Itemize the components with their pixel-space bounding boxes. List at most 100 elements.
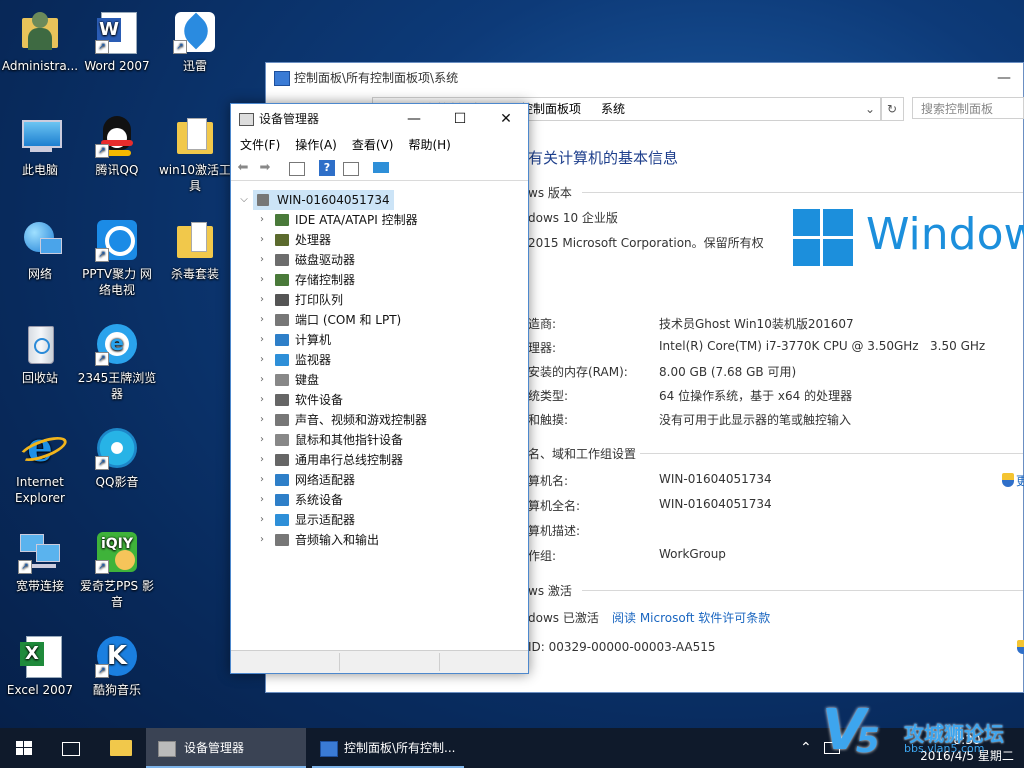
desktop-icon-label: 此电脑 (21, 163, 58, 177)
chevron-up-icon[interactable]: ⌃ (800, 728, 816, 768)
help-icon[interactable]: ? (319, 160, 335, 176)
chevron-right-icon[interactable]: › (257, 450, 267, 470)
taskbar-control-panel[interactable]: 控制面板\所有控制... (312, 728, 464, 768)
search-input[interactable]: 搜索控制面板 (912, 97, 1024, 119)
tree-node-label: 鼠标和其他指针设备 (295, 433, 404, 447)
shield-icon (1017, 640, 1024, 654)
desktop-icon-excel[interactable]: X Excel 2007 (0, 628, 80, 698)
desktop-icon-label: Excel 2007 (6, 683, 74, 697)
tree-node-label: 显示适配器 (295, 513, 356, 527)
maximize-icon[interactable]: ☐ (437, 104, 483, 134)
desktop-icon-qq-player[interactable]: ↗ QQ影音 (77, 420, 157, 490)
tree-node-label: 计算机 (295, 333, 332, 347)
device-manager-window[interactable]: 设备管理器 — ☐ ✕ 文件(F) 操作(A) 查看(V) 帮助(H) ⬅ ➡ ? ⌵… (230, 103, 529, 674)
device-category-icon (275, 234, 289, 246)
device-category-icon (275, 214, 289, 226)
desktop-icon-xunlei[interactable]: ↗ 迅雷 (155, 4, 235, 74)
desktop-icon-antivirus[interactable]: 杀毒套装 (155, 212, 235, 282)
device-tree: ⌵ WIN-01604051734 › IDE ATA/ATAPI 控制器 › 处理器… (233, 188, 526, 652)
desktop-icon-administrator[interactable]: Administra... (0, 4, 80, 74)
chevron-right-icon[interactable]: › (257, 250, 267, 270)
chevron-right-icon[interactable]: › (257, 350, 267, 370)
desktop-icon-internet-explorer[interactable]: e Internet Explorer (0, 420, 80, 506)
address-segment[interactable]: 系统 (601, 98, 625, 120)
view-icon[interactable] (343, 162, 359, 176)
device-category-icon (275, 274, 289, 286)
ie-icon: e (16, 426, 70, 470)
info-label: 算机全名: (528, 499, 581, 513)
desktop-icon-label: PPTV聚力 网络电视 (82, 267, 152, 297)
chevron-right-icon[interactable]: › (257, 210, 267, 230)
desktop-icon-kugou[interactable]: K ↗ 酷狗音乐 (77, 628, 157, 698)
menu-help[interactable]: 帮助(H) (399, 138, 456, 152)
chevron-right-icon[interactable]: › (257, 490, 267, 510)
minimize-icon[interactable]: — (391, 104, 437, 134)
chevron-right-icon[interactable]: › (257, 370, 267, 390)
device-manager-titlebar[interactable]: 设备管理器 — ☐ ✕ (231, 104, 528, 134)
close-icon[interactable]: ✕ (483, 104, 529, 134)
network-icon (18, 218, 62, 262)
address-segment[interactable]: 控制面板项 (521, 98, 581, 120)
chevron-right-icon[interactable]: › (257, 510, 267, 530)
device-category-icon (275, 394, 289, 406)
tree-node-label: 系统设备 (295, 493, 344, 507)
chevron-down-icon[interactable]: ⌵ (239, 190, 249, 210)
menu-file[interactable]: 文件(F) (231, 138, 286, 152)
chevron-right-icon[interactable]: › (257, 530, 267, 550)
device-manager-icon (158, 741, 176, 757)
control-panel-titlebar[interactable]: 控制面板\所有控制面板项\系统 — (266, 63, 1023, 93)
taskbar-device-manager[interactable]: 设备管理器 (146, 728, 306, 768)
chevron-right-icon[interactable]: › (257, 390, 267, 410)
forward-icon[interactable]: ➡ (257, 160, 273, 176)
activation-status: dows 已激活 (528, 611, 599, 625)
chevron-right-icon[interactable]: › (257, 430, 267, 450)
back-icon[interactable]: ⬅ (235, 160, 251, 176)
chevron-right-icon[interactable]: › (257, 410, 267, 430)
desktop-icon-2345-browser[interactable]: e ↗ 2345王牌浏览器 (77, 316, 157, 402)
desktop-icon-win10-activator[interactable]: win10激活工具 (155, 108, 235, 194)
menu-action[interactable]: 操作(A) (286, 138, 343, 152)
license-terms-link[interactable]: 阅读 Microsoft 软件许可条款 (612, 609, 770, 626)
device-category-icon (275, 414, 289, 426)
taskbar-label: 控制面板\所有控制... (344, 741, 456, 755)
desktop-icon-label: win10激活工具 (158, 163, 232, 193)
desktop-icon-qq[interactable]: ↗ 腾讯QQ (77, 108, 157, 178)
desktop-icon-label: 酷狗音乐 (92, 683, 141, 697)
desktop-icon-iqiyi[interactable]: iQIY ↗ 爱奇艺PPS 影音 (77, 524, 157, 610)
tree-root[interactable]: ⌵ WIN-01604051734 (240, 190, 394, 210)
desktop-icon-this-pc[interactable]: 此电脑 (0, 108, 80, 178)
change-settings-link[interactable]: 更 (1016, 472, 1024, 489)
menu-view[interactable]: 查看(V) (343, 138, 400, 152)
minimize-icon[interactable]: — (997, 63, 1011, 93)
chevron-down-icon[interactable]: ⌄ (865, 98, 875, 120)
info-value: 64 位操作系统，基于 x64 的处理器 (659, 389, 853, 403)
file-explorer-icon[interactable] (108, 728, 134, 768)
excel-icon: X (18, 634, 62, 678)
properties-icon[interactable] (289, 162, 305, 176)
desktop-icon-label: Internet Explorer (15, 475, 65, 505)
shield-icon (1002, 473, 1014, 487)
task-view-icon[interactable] (60, 728, 84, 768)
desktop-icon-word[interactable]: W ↗ Word 2007 (77, 4, 157, 74)
chevron-right-icon[interactable]: › (257, 230, 267, 250)
chevron-right-icon[interactable]: › (257, 470, 267, 490)
desktop-icon-recycle-bin[interactable]: 回收站 (0, 316, 80, 386)
chevron-right-icon[interactable]: › (257, 270, 267, 290)
desktop-icon-pptv[interactable]: ↗ PPTV聚力 网络电视 (77, 212, 157, 298)
xunlei-icon: ↗ (173, 10, 217, 54)
watermark-url: bbs.vlan5.com (904, 742, 985, 755)
chevron-right-icon[interactable]: › (257, 310, 267, 330)
tree-node-label: 端口 (COM 和 LPT) (295, 313, 402, 327)
desktop-icon-network[interactable]: 网络 (0, 212, 80, 282)
monitor-icon[interactable] (373, 162, 389, 173)
chevron-right-icon[interactable]: › (257, 330, 267, 350)
tree-node-label: 存储控制器 (295, 273, 356, 287)
info-value: Intel(R) Core(TM) i7-3770K CPU @ 3.50GHz… (659, 339, 986, 353)
refresh-icon[interactable]: ↻ (880, 97, 904, 121)
pptv-icon: ↗ (95, 218, 139, 262)
start-button[interactable] (12, 728, 38, 768)
chevron-right-icon[interactable]: › (257, 290, 267, 310)
tree-node-label: 监视器 (295, 353, 332, 367)
desktop-icon-broadband[interactable]: ↗ 宽带连接 (0, 524, 80, 594)
section-header-edition: ws 版本 (528, 186, 572, 200)
